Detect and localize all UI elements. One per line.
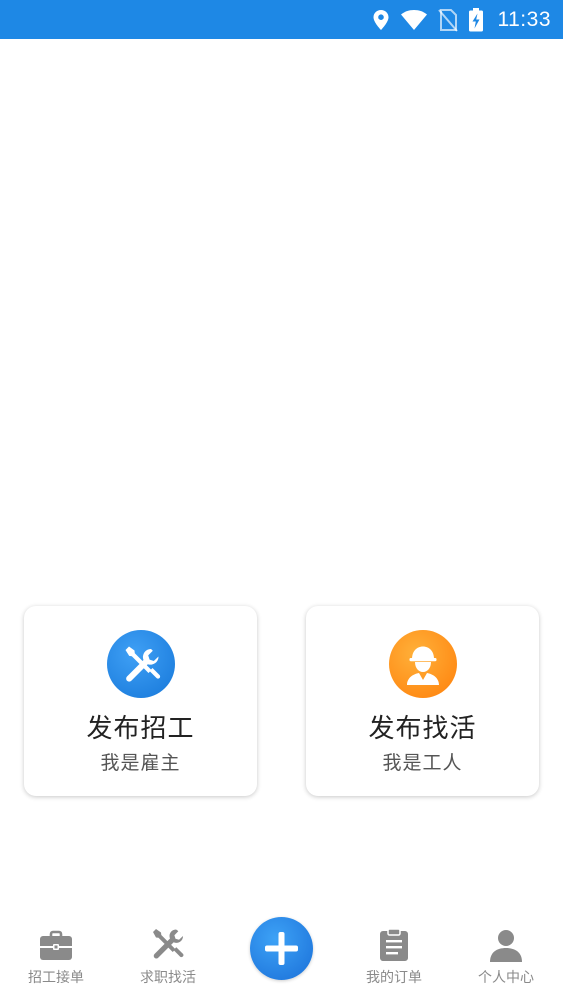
status-bar: 11:33 bbox=[0, 0, 563, 39]
nav-label: 招工接单 bbox=[28, 970, 84, 986]
no-sim-icon bbox=[437, 8, 458, 32]
worker-helmet-icon bbox=[388, 630, 457, 698]
nav-label: 我的订单 bbox=[366, 970, 422, 986]
nav-item-profile[interactable]: 个人中心 bbox=[450, 919, 562, 1000]
add-button[interactable] bbox=[250, 917, 313, 980]
nav-item-find-work[interactable]: 求职找活 bbox=[112, 919, 224, 1000]
post-hiring-card[interactable]: 发布招工 我是雇主 bbox=[24, 606, 257, 796]
clipboard-icon bbox=[376, 927, 412, 963]
wifi-icon bbox=[400, 9, 428, 31]
card-subtitle: 我是工人 bbox=[382, 752, 463, 774]
plus-icon bbox=[265, 932, 298, 965]
tools-icon bbox=[150, 927, 186, 963]
status-icons: 11:33 bbox=[372, 0, 552, 39]
card-title: 发布招工 bbox=[86, 714, 195, 744]
nav-item-my-orders[interactable]: 我的订单 bbox=[338, 919, 450, 1000]
battery-charging-icon bbox=[468, 7, 484, 32]
status-time: 11:33 bbox=[497, 7, 551, 31]
tools-icon bbox=[106, 630, 175, 698]
card-subtitle: 我是雇主 bbox=[100, 752, 181, 774]
nav-label: 个人中心 bbox=[478, 970, 534, 986]
nav-label: 求职找活 bbox=[140, 970, 196, 986]
briefcase-icon bbox=[38, 927, 74, 963]
person-icon bbox=[488, 927, 524, 963]
location-icon bbox=[372, 9, 390, 31]
main-content: 发布招工 我是雇主 发布找活 我是工人 bbox=[0, 39, 563, 919]
nav-item-hiring-orders[interactable]: 招工接单 bbox=[0, 919, 112, 1000]
card-title: 发布找活 bbox=[368, 714, 477, 744]
post-job-seeking-card[interactable]: 发布找活 我是工人 bbox=[306, 606, 539, 796]
bottom-nav: 招工接单 求职找活 我的订单 个人中心 bbox=[0, 917, 563, 1000]
